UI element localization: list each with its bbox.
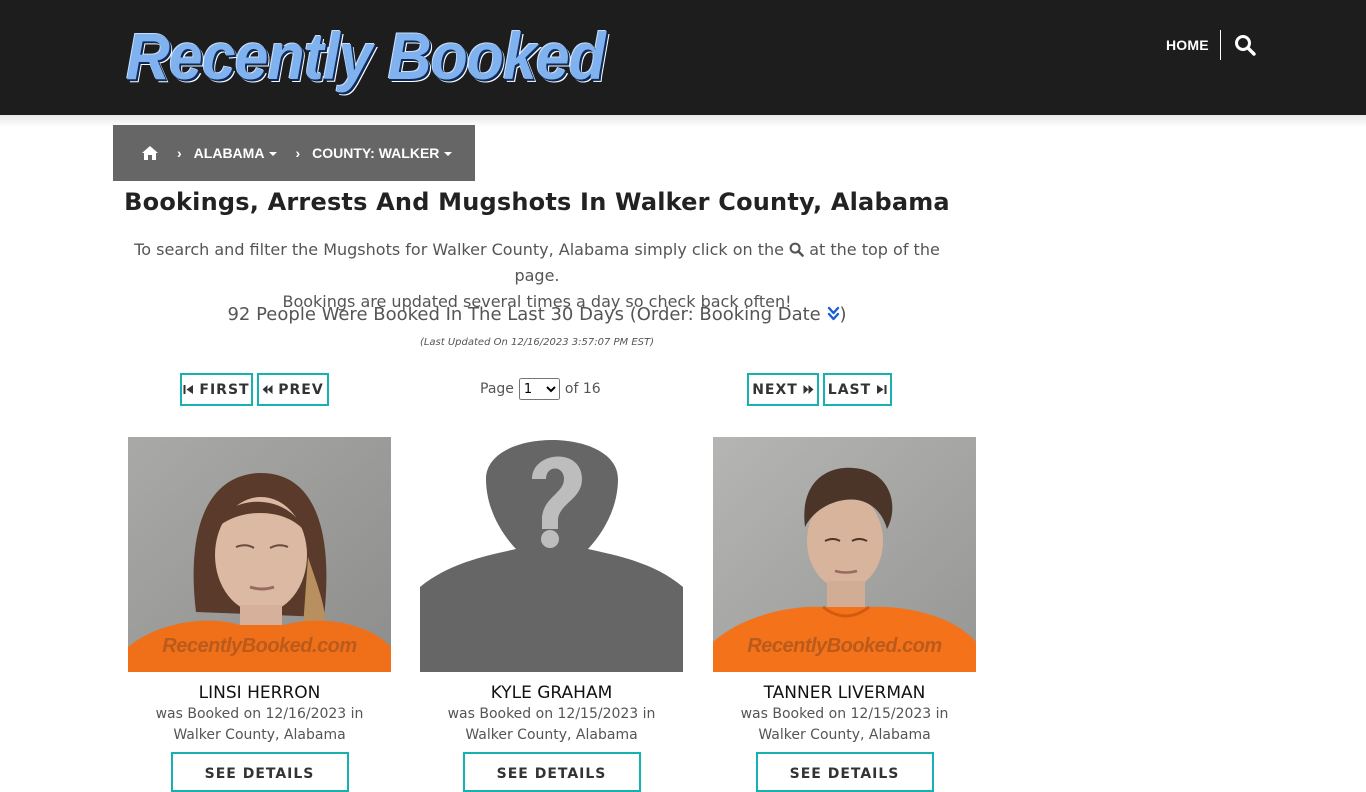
see-details-button[interactable]: SEE DETAILS <box>170 752 349 792</box>
nav-divider <box>1220 30 1221 60</box>
caret-down-icon <box>444 152 453 157</box>
mugshot-placeholder[interactable] <box>420 437 683 672</box>
booking-count-close: ) <box>839 304 847 325</box>
booking-location: Walker County, Alabama <box>465 727 638 743</box>
chevron-right-icon: › <box>295 145 301 161</box>
skip-forward-icon <box>877 385 887 394</box>
caret-down-icon <box>269 152 278 157</box>
mugshot-photo[interactable]: RecentlyBooked.com <box>128 437 391 672</box>
page-selector: Page 1 of 16 <box>480 377 601 401</box>
page-title: Bookings, Arrests And Mugshots In Walker… <box>124 188 950 216</box>
skip-back-icon <box>183 385 194 394</box>
last-page-button[interactable]: LAST <box>823 373 892 406</box>
page-label: Page <box>480 381 514 397</box>
last-page-label: LAST <box>827 381 872 398</box>
unknown-person-icon <box>420 437 683 672</box>
prev-page-button[interactable]: PREV <box>257 373 329 406</box>
nav-home-link[interactable]: HOME <box>1166 36 1209 54</box>
see-details-button[interactable]: SEE DETAILS <box>462 752 641 792</box>
next-page-button[interactable]: NEXT <box>747 373 819 406</box>
next-page-label: NEXT <box>752 381 798 398</box>
watermark: RecentlyBooked.com <box>162 635 357 657</box>
site-header: Recently Booked HOME <box>0 0 1366 115</box>
breadcrumb: › ALABAMA › COUNTY: WALKER <box>113 125 475 181</box>
rewind-icon <box>262 385 273 394</box>
double-chevron-down-icon[interactable] <box>827 306 840 322</box>
search-icon[interactable] <box>1234 34 1256 56</box>
last-updated: (Last Updated On 12/16/2023 3:57:07 PM E… <box>419 337 655 348</box>
person-name[interactable]: TANNER LIVERMAN <box>713 683 976 703</box>
booking-card: RecentlyBooked.com TANNER LIVERMAN was B… <box>713 437 976 792</box>
booking-location: Walker County, Alabama <box>758 727 931 743</box>
intro-text-before: To search and filter the Mugshots for Wa… <box>134 240 785 259</box>
first-page-label: FIRST <box>199 381 250 398</box>
booking-count: 92 People Were Booked In The Last 30 Day… <box>113 304 961 325</box>
page-select[interactable]: 1 <box>518 378 560 400</box>
booking-location: Walker County, Alabama <box>173 727 346 743</box>
breadcrumb-state-label: ALABAMA <box>193 145 265 161</box>
fast-forward-icon <box>803 385 814 394</box>
page-count-label: of 16 <box>564 381 601 397</box>
booking-card: RecentlyBooked.com LINSI HERRON was Book… <box>128 437 391 792</box>
chevron-right-icon: › <box>177 145 182 161</box>
breadcrumb-state-dropdown[interactable]: ALABAMA <box>194 145 278 161</box>
person-name[interactable]: LINSI HERRON <box>128 683 391 703</box>
breadcrumb-county-dropdown[interactable]: COUNTY: WALKER <box>312 145 453 161</box>
watermark: RecentlyBooked.com <box>747 635 942 657</box>
breadcrumb-county-label: COUNTY: WALKER <box>312 145 440 161</box>
booking-date: was Booked on 12/16/2023 in <box>155 706 364 722</box>
booking-date: was Booked on 12/15/2023 in <box>447 706 656 722</box>
site-logo[interactable]: Recently Booked <box>126 18 606 94</box>
first-page-button[interactable]: FIRST <box>180 373 253 406</box>
booking-count-text: 92 People Were Booked In The Last 30 Day… <box>227 304 821 325</box>
person-name[interactable]: KYLE GRAHAM <box>420 683 683 703</box>
booking-card: KYLE GRAHAM was Booked on 12/15/2023 in … <box>420 437 683 792</box>
search-icon <box>789 239 804 257</box>
home-icon[interactable] <box>141 145 159 161</box>
mugshot-photo[interactable]: RecentlyBooked.com <box>713 437 976 672</box>
booking-date: was Booked on 12/15/2023 in <box>740 706 949 722</box>
see-details-button[interactable]: SEE DETAILS <box>755 752 934 792</box>
prev-page-label: PREV <box>278 381 324 398</box>
